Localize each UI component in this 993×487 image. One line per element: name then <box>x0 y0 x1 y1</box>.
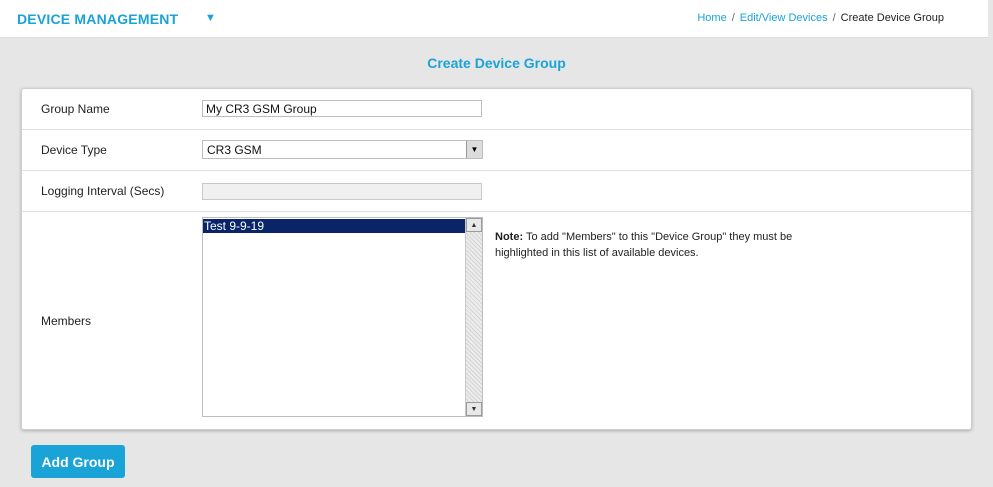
note-text: To add "Members" to this "Device Group" … <box>495 231 793 259</box>
page-edge <box>988 0 993 487</box>
members-label: Members <box>41 314 92 328</box>
members-note: Note: To add "Members" to this "Device G… <box>495 229 795 261</box>
breadcrumb-current: Create Device Group <box>840 12 944 24</box>
breadcrumb-home-link[interactable]: Home <box>697 12 726 24</box>
breadcrumb-separator: / <box>832 12 836 24</box>
group-name-row: Group Name <box>22 89 971 130</box>
device-type-selected-value: CR3 GSM <box>207 143 262 157</box>
logging-interval-input[interactable] <box>202 183 482 200</box>
scroll-down-icon[interactable]: ▼ <box>466 402 482 416</box>
members-row: Members Test 9-9-19 ▲ ▼ Note: To add "Me… <box>22 212 971 430</box>
add-group-button[interactable]: Add Group <box>31 445 125 478</box>
device-type-row: Device Type CR3 GSM ▼ <box>22 130 971 171</box>
listbox-scrollbar[interactable]: ▲ ▼ <box>465 218 482 416</box>
chevron-down-icon[interactable]: ▼ <box>466 141 482 158</box>
caret-down-icon[interactable]: ▼ <box>205 12 216 24</box>
group-name-input[interactable] <box>202 100 482 117</box>
breadcrumb: Home / Edit/View Devices / Create Device Gro… <box>697 12 944 24</box>
list-item[interactable]: Test 9-9-19 <box>203 219 465 233</box>
logging-interval-label: Logging Interval (Secs) <box>41 184 165 198</box>
app-title[interactable]: DEVICE MANAGEMENT <box>17 11 178 27</box>
create-group-form: Group Name Device Type CR3 GSM ▼ Logging… <box>21 88 972 430</box>
note-prefix: Note: <box>495 231 524 243</box>
group-name-label: Group Name <box>41 102 110 116</box>
members-listbox[interactable]: Test 9-9-19 ▲ ▼ <box>202 217 483 417</box>
device-type-select[interactable]: CR3 GSM ▼ <box>202 140 483 159</box>
scroll-up-icon[interactable]: ▲ <box>466 218 482 232</box>
breadcrumb-edit-view-devices-link[interactable]: Edit/View Devices <box>740 12 828 24</box>
breadcrumb-separator: / <box>731 12 735 24</box>
top-bar: DEVICE MANAGEMENT ▼ Home / Edit/View Devic… <box>0 0 988 38</box>
page-title: Create Device Group <box>427 55 566 71</box>
logging-interval-row: Logging Interval (Secs) <box>22 171 971 212</box>
device-type-label: Device Type <box>41 143 107 157</box>
